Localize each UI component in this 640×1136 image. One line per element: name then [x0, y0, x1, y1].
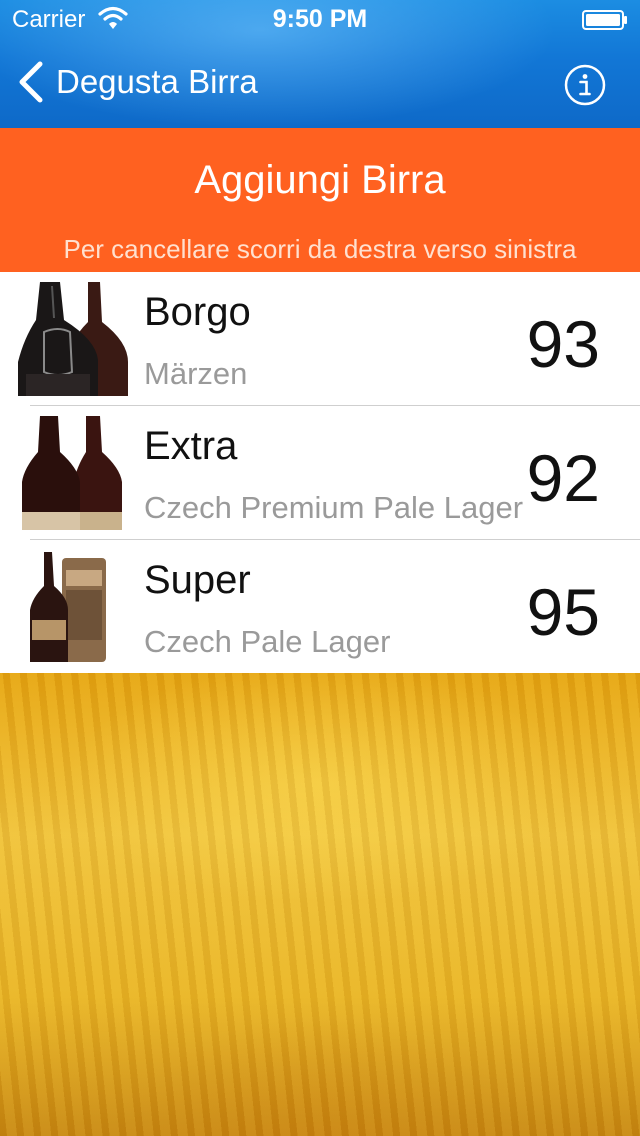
navigation-bar: Degusta Birra — [0, 40, 640, 128]
beer-name: Borgo — [144, 290, 251, 334]
beer-bottle-image — [18, 550, 128, 664]
beer-score: 95 — [526, 575, 600, 649]
swipe-to-delete-hint: Per cancellare scorri da destra verso si… — [63, 234, 577, 264]
beer-name: Super — [144, 558, 251, 602]
beer-bottle-image — [18, 282, 128, 396]
beer-name: Extra — [144, 424, 238, 468]
beer-bottle-image — [18, 416, 128, 530]
beer-background-image — [0, 673, 640, 1136]
back-button-label: Degusta Birra — [56, 63, 258, 100]
beer-score: 93 — [526, 307, 600, 381]
beer-list: Borgo Märzen 93 Extra Czech Premium Pale… — [0, 272, 640, 674]
beer-row-extra[interactable]: Extra Czech Premium Pale Lager 92 — [0, 406, 640, 540]
beer-row-super[interactable]: Super Czech Pale Lager 95 — [0, 540, 640, 674]
status-bar: Carrier 9:50 PM — [0, 0, 640, 40]
beer-style: Czech Premium Pale Lager — [144, 490, 524, 525]
add-beer-header: Aggiungi Birra Per cancellare scorri da … — [0, 128, 640, 272]
back-button[interactable]: Degusta Birra — [16, 60, 258, 104]
battery-icon — [582, 10, 627, 30]
beer-row-borgo[interactable]: Borgo Märzen 93 — [0, 272, 640, 406]
top-bar: Carrier 9:50 PM Degusta Birra — [0, 0, 640, 128]
beer-style: Czech Pale Lager — [144, 624, 391, 659]
status-time: 9:50 PM — [272, 5, 368, 33]
chevron-left-icon — [19, 61, 43, 103]
info-icon[interactable] — [564, 64, 606, 106]
beer-style: Märzen — [144, 356, 248, 391]
beer-score: 92 — [526, 441, 600, 515]
add-beer-button[interactable]: Aggiungi Birra — [0, 158, 640, 203]
